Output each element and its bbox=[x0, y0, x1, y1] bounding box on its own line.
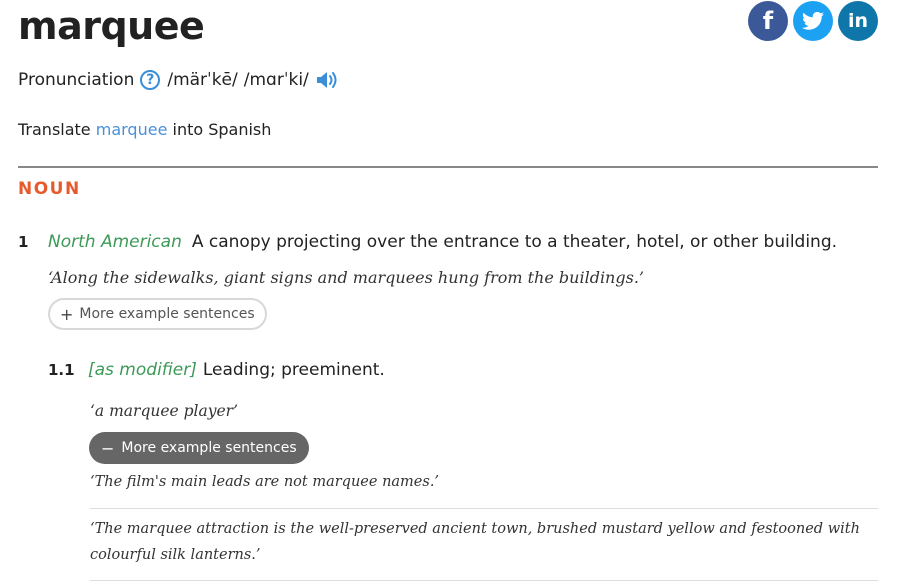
audio-speaker-icon[interactable] bbox=[315, 69, 341, 91]
subsense-example: ‘a marquee player’ bbox=[90, 402, 239, 420]
example-divider bbox=[90, 580, 878, 581]
sense-1-example: ‘Along the sidewalks, giant signs and ma… bbox=[48, 268, 644, 287]
share-buttons: f in bbox=[748, 1, 878, 41]
grammar-label: [as modifier] bbox=[88, 360, 197, 380]
plus-icon: + bbox=[60, 304, 74, 324]
pronunciation-label: Pronunciation bbox=[18, 70, 135, 90]
sense-1: 1 North American A canopy projecting over … bbox=[18, 232, 837, 252]
translate-prefix: Translate bbox=[18, 120, 96, 139]
subsense-1-1: 1.1 [as modifier] Leading; preeminent. bbox=[48, 360, 385, 380]
twitter-share-button[interactable] bbox=[793, 1, 833, 41]
ipa: /mɑrˈki/ bbox=[243, 70, 309, 90]
collapse-examples-label: More example sentences bbox=[121, 440, 297, 456]
facebook-share-button[interactable]: f bbox=[748, 1, 788, 41]
facebook-icon: f bbox=[762, 7, 774, 35]
twitter-icon bbox=[802, 11, 824, 30]
headword: marquee bbox=[18, 4, 205, 48]
section-divider bbox=[18, 166, 878, 168]
minus-icon: − bbox=[101, 438, 115, 458]
translate-link[interactable]: marquee bbox=[96, 120, 168, 139]
part-of-speech: NOUN bbox=[18, 179, 81, 199]
linkedin-share-button[interactable]: in bbox=[838, 1, 878, 41]
extra-example: ‘The film's main leads are not marquee n… bbox=[90, 474, 440, 490]
subsense-number: 1.1 bbox=[48, 361, 75, 379]
ipa-us: /märˈkē/ bbox=[167, 70, 238, 90]
subsense-definition: Leading; preeminent. bbox=[202, 360, 385, 380]
more-examples-label: More example sentences bbox=[79, 306, 255, 322]
translate-line: Translate marquee into Spanish bbox=[18, 120, 271, 139]
translate-suffix: into Spanish bbox=[167, 120, 272, 139]
collapse-examples-button[interactable]: − More example sentences bbox=[89, 432, 309, 464]
linkedin-icon: in bbox=[847, 10, 869, 32]
sense-number: 1 bbox=[18, 233, 29, 251]
more-examples-button[interactable]: + More example sentences bbox=[48, 298, 267, 330]
extra-example: ‘The marquee attraction is the well-pres… bbox=[90, 521, 860, 563]
example-divider bbox=[90, 508, 878, 509]
pronunciation-row: Pronunciation ? /märˈkē/ /mɑrˈki/ bbox=[18, 69, 341, 91]
pronunciation-help-icon[interactable]: ? bbox=[140, 70, 161, 90]
region-label: North American bbox=[48, 232, 182, 252]
sense-definition: A canopy projecting over the entrance to… bbox=[191, 232, 838, 252]
